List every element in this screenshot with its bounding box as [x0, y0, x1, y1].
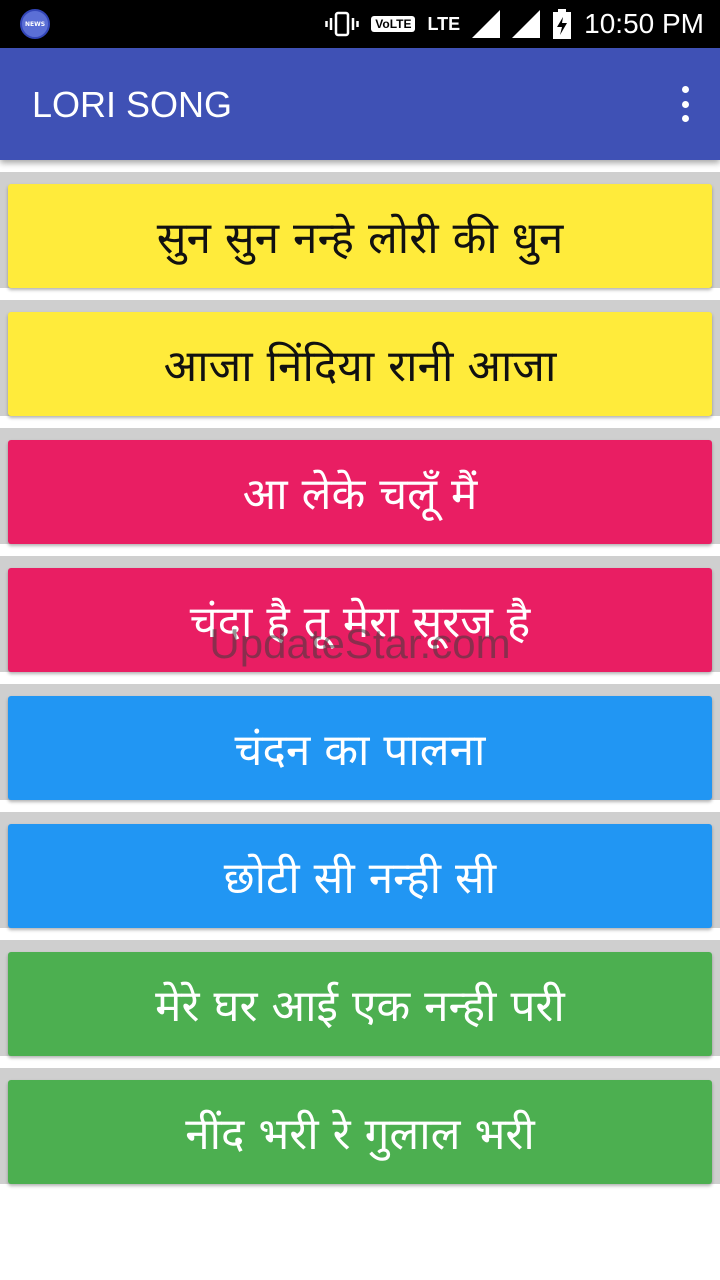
- clock: 10:50 PM: [584, 8, 704, 39]
- battery-icon: [553, 9, 572, 39]
- signal-icon-2: [512, 10, 541, 38]
- song-button[interactable]: नींद भरी रे गुलाल भरी: [8, 1080, 712, 1184]
- song-row: चंदन का पालना: [0, 684, 720, 812]
- song-button[interactable]: मेरे घर आई एक नन्ही परी: [8, 952, 712, 1056]
- song-row: चंदा है तू मेरा सूरज है: [0, 556, 720, 684]
- signal-icon: [472, 10, 501, 38]
- status-bar: NEWS VoLTE LTE 10:50 PM: [0, 0, 720, 48]
- song-button[interactable]: सुन सुन नन्हे लोरी की धुन: [8, 184, 712, 288]
- volte-badge: VoLTE: [371, 16, 416, 32]
- app-title: LORI SONG: [32, 84, 233, 125]
- status-icons: VoLTE LTE 10:50 PM: [325, 0, 704, 48]
- song-row: आजा निंदिया रानी आजा: [0, 300, 720, 428]
- song-row: मेरे घर आई एक नन्ही परी: [0, 940, 720, 1068]
- song-list: सुन सुन नन्हे लोरी की धुन आजा निंदिया रान…: [0, 172, 720, 1196]
- news-app-icon: NEWS: [20, 9, 50, 39]
- song-row: छोटी सी नन्ही सी: [0, 812, 720, 940]
- overflow-menu-icon[interactable]: [680, 86, 690, 122]
- vibrate-icon: [325, 11, 359, 37]
- song-row: सुन सुन नन्हे लोरी की धुन: [0, 172, 720, 300]
- song-row: नींद भरी रे गुलाल भरी: [0, 1068, 720, 1196]
- lte-label: LTE: [427, 13, 461, 34]
- song-button[interactable]: चंदन का पालना: [8, 696, 712, 800]
- app-bar: LORI SONG: [0, 48, 720, 160]
- song-button[interactable]: छोटी सी नन्ही सी: [8, 824, 712, 928]
- song-button[interactable]: आजा निंदिया रानी आजा: [8, 312, 712, 416]
- song-button[interactable]: चंदा है तू मेरा सूरज है: [8, 568, 712, 672]
- song-button[interactable]: आ लेके चलूँ मैं: [8, 440, 712, 544]
- song-row: आ लेके चलूँ मैं: [0, 428, 720, 556]
